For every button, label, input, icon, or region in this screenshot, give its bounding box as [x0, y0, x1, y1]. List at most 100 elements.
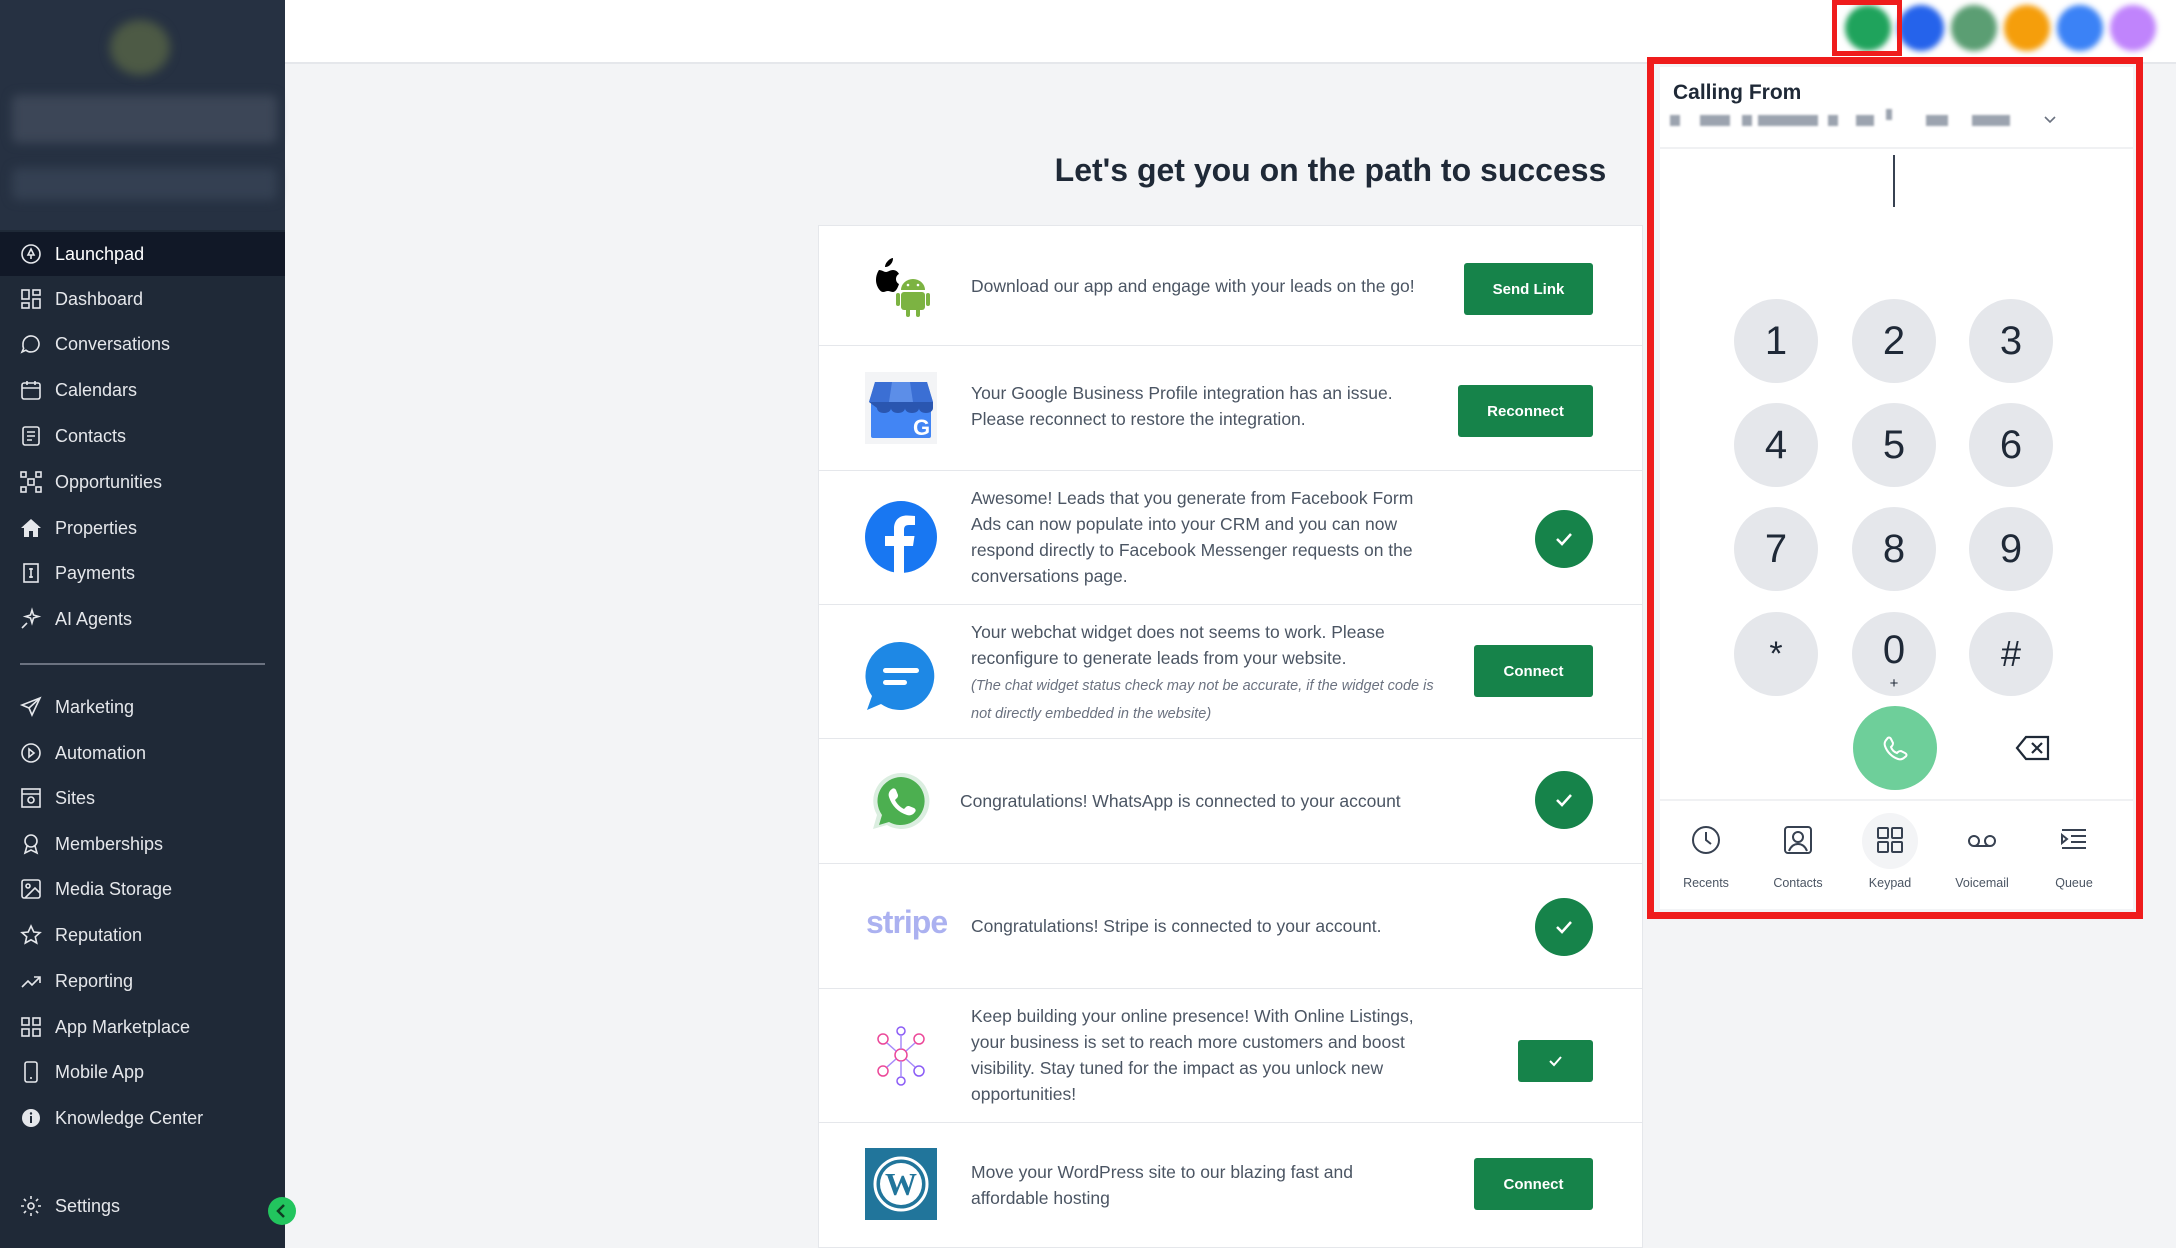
sidebar-item-label: Knowledge Center: [55, 1108, 204, 1128]
svg-text:W: W: [885, 1166, 917, 1202]
card-webchat: Your webchat widget does not seems to wo…: [819, 605, 1642, 739]
sidebar-item-reputation[interactable]: Reputation: [0, 913, 285, 957]
sidebar-item-label: Opportunities: [55, 472, 163, 492]
sidebar-item-label: Properties: [55, 518, 138, 538]
send-link-button[interactable]: Send Link: [1464, 263, 1593, 315]
sidebar-item-label: Settings: [55, 1196, 121, 1216]
sidebar-item-sites[interactable]: Sites: [0, 776, 285, 820]
sidebar-item-calendars[interactable]: Calendars: [0, 368, 285, 412]
sites-icon: [21, 788, 41, 808]
card-description: Download our app and engage with your le…: [971, 276, 1415, 296]
connect-wordpress-button[interactable]: Connect: [1474, 1158, 1593, 1210]
card-mobile-app: Download our app and engage with your le…: [819, 226, 1642, 346]
facebook-icon: [865, 501, 937, 573]
sidebar-item-label: Automation: [55, 743, 147, 763]
sidebar-item-label: Reputation: [55, 925, 143, 945]
sidebar-item-automation[interactable]: Automation: [0, 731, 285, 775]
account-switcher-area: [0, 0, 285, 230]
card-whatsapp: Congratulations! WhatsApp is connected t…: [819, 739, 1642, 864]
info-icon: [22, 1109, 40, 1127]
whatsapp-icon: [873, 772, 930, 829]
card-google-business: G Your Google Business Profile integrati…: [819, 346, 1642, 471]
sidebar-item-media-storage[interactable]: Media Storage: [0, 867, 285, 911]
sidebar-item-label: Dashboard: [55, 289, 144, 309]
card-description: Keep building your online presence! With…: [971, 1006, 1414, 1104]
sidebar-item-opportunities[interactable]: Opportunities: [0, 460, 285, 504]
image-icon: [21, 879, 41, 899]
sidebar-item-contacts[interactable]: Contacts: [0, 414, 285, 458]
card-description: Your Google Business Profile integration…: [971, 383, 1393, 429]
header-action-3[interactable]: [2004, 5, 2050, 51]
stripe-logo: stripe: [866, 904, 948, 940]
header-action-4[interactable]: [2057, 5, 2103, 51]
highlight-box: [1832, 0, 1902, 56]
card-description: Congratulations! Stripe is connected to …: [971, 916, 1382, 936]
sidebar-item-app-marketplace[interactable]: App Marketplace: [0, 1005, 285, 1049]
sidebar: Launchpad Dashboard Conversations Calend…: [0, 0, 296, 1248]
contacts-icon: [22, 426, 40, 446]
sidebar-item-knowledge-center[interactable]: Knowledge Center: [0, 1096, 285, 1140]
card-wordpress: W Move your WordPress site to our blazin…: [819, 1123, 1642, 1247]
card-online-listings: Keep building your online presence! With…: [819, 989, 1642, 1123]
chat-bubble-icon: [20, 335, 40, 354]
check-icon: [1556, 794, 1572, 807]
chevron-left-icon: [276, 1204, 285, 1218]
card-description-text: Your webchat widget does not seems to wo…: [971, 622, 1385, 668]
sidebar-item-label: Contacts: [55, 426, 127, 446]
header-action-1[interactable]: [1898, 5, 1944, 51]
sidebar-item-mobile-app[interactable]: Mobile App: [0, 1050, 285, 1094]
quick-search[interactable]: [12, 168, 277, 200]
sidebar-item-label: Calendars: [55, 380, 138, 400]
sidebar-item-dashboard[interactable]: Dashboard: [0, 277, 285, 321]
check-icon: [1556, 533, 1572, 546]
card-description: Your webchat widget does not seems to wo…: [971, 619, 1441, 727]
calendar-icon: [21, 381, 41, 400]
sidebar-item-label: Conversations: [55, 334, 171, 354]
sidebar-item-properties[interactable]: Properties: [0, 506, 285, 550]
svg-text:G: G: [913, 415, 930, 440]
sidebar-divider: [20, 663, 265, 665]
reconnect-button[interactable]: Reconnect: [1458, 385, 1593, 437]
award-icon: [23, 834, 39, 855]
sidebar-item-launchpad[interactable]: Launchpad: [0, 232, 285, 276]
sidebar-item-label: Media Storage: [55, 879, 173, 899]
connected-check: [1535, 898, 1593, 956]
trend-icon: [21, 976, 41, 988]
sidebar-item-label: Memberships: [55, 834, 164, 854]
connect-webchat-button[interactable]: Connect: [1474, 645, 1593, 697]
sidebar-item-label: Reporting: [55, 971, 134, 991]
card-description: Move your WordPress site to our blazing …: [971, 1162, 1353, 1208]
send-icon: [19, 696, 42, 717]
launchpad-icon: [21, 244, 41, 264]
sidebar-item-label: Mobile App: [55, 1062, 145, 1082]
card-stripe: stripe Congratulations! Stripe is connec…: [819, 864, 1642, 989]
sidebar-collapse-button[interactable]: [268, 1197, 296, 1225]
gear-icon: [21, 1196, 41, 1216]
check-icon: [1556, 921, 1572, 934]
highlight-box: [1647, 57, 2143, 919]
sidebar-item-ai-agents[interactable]: AI Agents: [0, 597, 285, 641]
connected-check: [1535, 771, 1593, 829]
sidebar-item-label: AI Agents: [55, 609, 133, 629]
sidebar-item-label: Marketing: [55, 697, 135, 717]
card-facebook: Awesome! Leads that you generate from Fa…: [819, 471, 1642, 605]
agency-logo: [110, 20, 170, 75]
opportunities-icon: [20, 471, 42, 493]
sidebar-item-settings[interactable]: Settings: [0, 1184, 285, 1228]
sidebar-item-payments[interactable]: Payments: [0, 551, 285, 595]
sidebar-item-memberships[interactable]: Memberships: [0, 822, 285, 866]
sidebar-item-label: Payments: [55, 563, 136, 583]
header-action-5[interactable]: [2110, 5, 2156, 51]
connected-check: [1518, 1040, 1593, 1082]
sidebar-item-marketing[interactable]: Marketing: [0, 685, 285, 729]
sidebar-item-reporting[interactable]: Reporting: [0, 959, 285, 1003]
phone-device-icon: [24, 1061, 38, 1083]
connected-check: [1535, 510, 1593, 568]
sidebar-item-label: Sites: [55, 788, 96, 808]
location-switcher[interactable]: [12, 95, 277, 143]
launchpad-card-list: Download our app and engage with your le…: [818, 225, 1643, 1248]
dashboard-icon: [21, 289, 41, 309]
sidebar-item-conversations[interactable]: Conversations: [0, 322, 285, 366]
header-action-2[interactable]: [1951, 5, 1997, 51]
card-description: Awesome! Leads that you generate from Fa…: [971, 488, 1414, 586]
